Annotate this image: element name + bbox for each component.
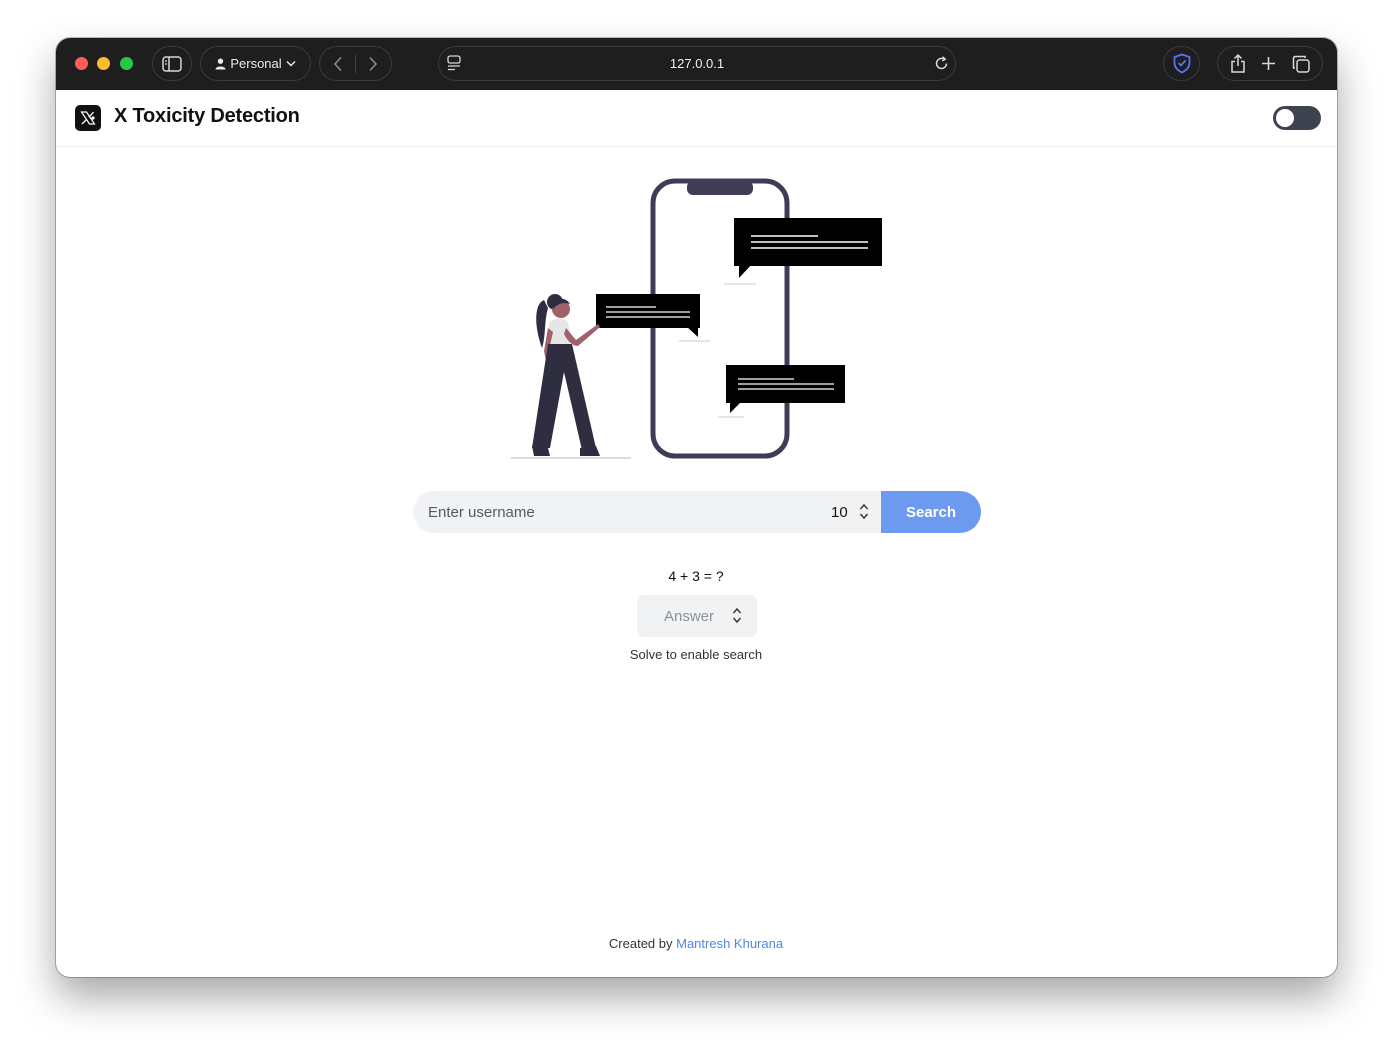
profile-button[interactable]: Personal	[200, 46, 311, 81]
chevron-down-icon	[286, 60, 296, 67]
navigation-buttons	[319, 46, 392, 81]
app-title: X Toxicity Detection	[114, 105, 300, 127]
close-window-button[interactable]	[75, 57, 88, 70]
theme-toggle[interactable]	[1273, 106, 1321, 130]
nav-separator	[355, 54, 356, 73]
browser-actions	[1217, 46, 1323, 81]
zoom-window-button[interactable]	[120, 57, 133, 70]
phone-notch	[687, 181, 753, 195]
shield-check-icon	[1173, 53, 1190, 74]
footer: Created by Mantresh Khurana	[446, 936, 946, 951]
woman-figure	[532, 294, 600, 456]
captcha-answer-field	[637, 595, 757, 637]
page-menu-icon[interactable]	[447, 55, 461, 72]
new-tab-plus-icon[interactable]	[1261, 56, 1276, 71]
tab-overview-icon[interactable]	[1292, 55, 1310, 73]
sidebar-toggle-button[interactable]	[152, 46, 192, 81]
speech-bubble-top	[724, 218, 882, 285]
share-icon[interactable]	[1230, 54, 1246, 73]
username-input[interactable]	[413, 491, 813, 533]
chat-illustration	[511, 178, 882, 459]
back-arrow-icon[interactable]	[333, 56, 343, 72]
app-header: X Toxicity Detection	[56, 90, 1337, 147]
person-icon	[215, 58, 226, 69]
search-bar: 10 Search	[413, 491, 981, 533]
browser-window: Personal 127.0.0.1 X Toxicity Detection …	[56, 38, 1337, 977]
forward-arrow-icon[interactable]	[368, 56, 378, 72]
author-link[interactable]: Mantresh Khurana	[676, 936, 783, 951]
footer-prefix: Created by	[608, 936, 673, 951]
x-logo-icon	[75, 105, 101, 131]
url-text: 127.0.0.1	[669, 56, 725, 71]
captcha-answer-input[interactable]	[637, 595, 733, 637]
tweet-count-input[interactable]: 10	[831, 491, 881, 533]
captcha-hint: Solve to enable search	[629, 647, 763, 662]
stepper-icon[interactable]	[732, 607, 742, 624]
browser-toolbar: Personal 127.0.0.1	[56, 38, 1337, 90]
captcha-question: 4 + 3 = ?	[668, 568, 724, 584]
search-button[interactable]: Search	[881, 491, 981, 533]
profile-label: Personal	[230, 56, 282, 71]
tweet-count-value: 10	[831, 503, 848, 521]
privacy-extension-button[interactable]	[1163, 46, 1200, 81]
sidebar-icon	[162, 55, 182, 72]
search-field: 10	[413, 491, 881, 533]
address-bar[interactable]: 127.0.0.1	[438, 46, 956, 81]
minimize-window-button[interactable]	[97, 57, 110, 70]
stepper-icon[interactable]	[859, 503, 869, 520]
speech-bubble-bottom	[718, 365, 845, 418]
reload-icon[interactable]	[934, 56, 949, 71]
theme-toggle-knob	[1276, 109, 1294, 127]
